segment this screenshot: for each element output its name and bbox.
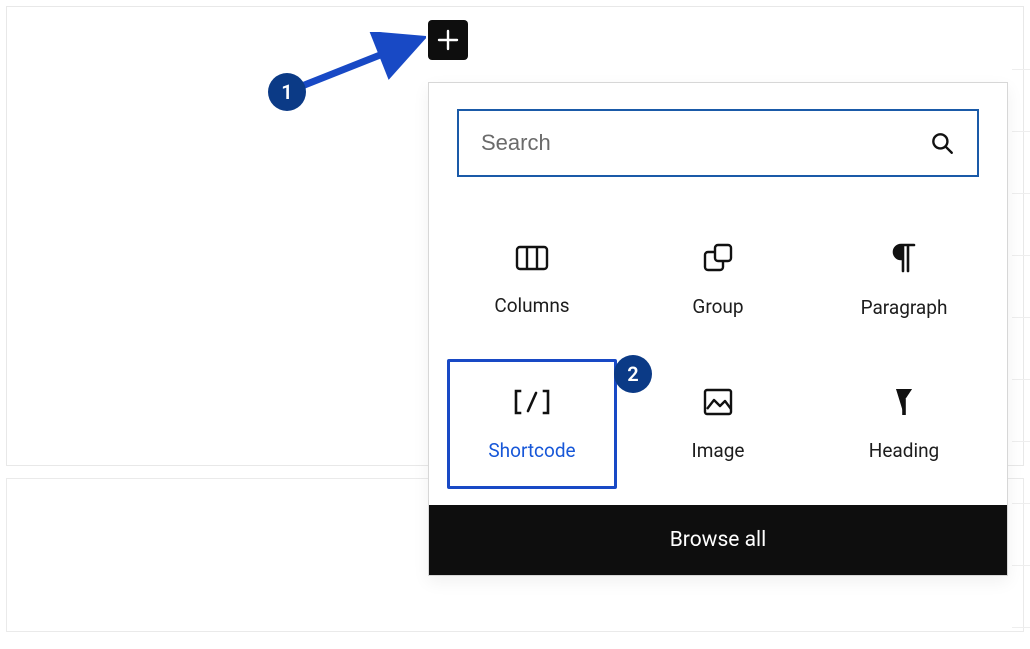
block-grid: Columns Group Paragraph Shortcode <box>429 185 1007 505</box>
block-paragraph[interactable]: Paragraph <box>819 215 989 345</box>
add-block-button[interactable] <box>428 20 468 60</box>
block-label: Heading <box>869 439 939 462</box>
annotation-step-1: 1 <box>268 73 306 111</box>
right-edge-rows <box>1012 8 1030 638</box>
search-input[interactable] <box>481 130 929 156</box>
block-label: Shortcode <box>488 439 575 462</box>
columns-icon <box>515 244 549 272</box>
browse-all-button[interactable]: Browse all <box>429 505 1007 575</box>
plus-icon <box>437 29 459 51</box>
block-image[interactable]: Image <box>633 359 803 489</box>
block-label: Image <box>692 439 745 462</box>
group-icon <box>702 243 734 273</box>
annotation-step-2: 2 <box>614 355 652 393</box>
block-label: Columns <box>494 294 569 317</box>
block-shortcode[interactable]: Shortcode <box>447 359 617 489</box>
block-label: Paragraph <box>861 296 948 319</box>
paragraph-icon <box>891 242 917 274</box>
block-label: Group <box>692 295 743 318</box>
block-columns[interactable]: Columns <box>447 215 617 345</box>
block-heading[interactable]: Heading <box>819 359 989 489</box>
search-icon <box>929 130 955 156</box>
heading-icon <box>893 387 915 417</box>
block-group[interactable]: Group <box>633 215 803 345</box>
shortcode-icon <box>512 387 552 417</box>
block-inserter-popover: Columns Group Paragraph Shortcode <box>428 82 1008 576</box>
block-search-field[interactable] <box>457 109 979 177</box>
image-icon <box>702 387 734 417</box>
